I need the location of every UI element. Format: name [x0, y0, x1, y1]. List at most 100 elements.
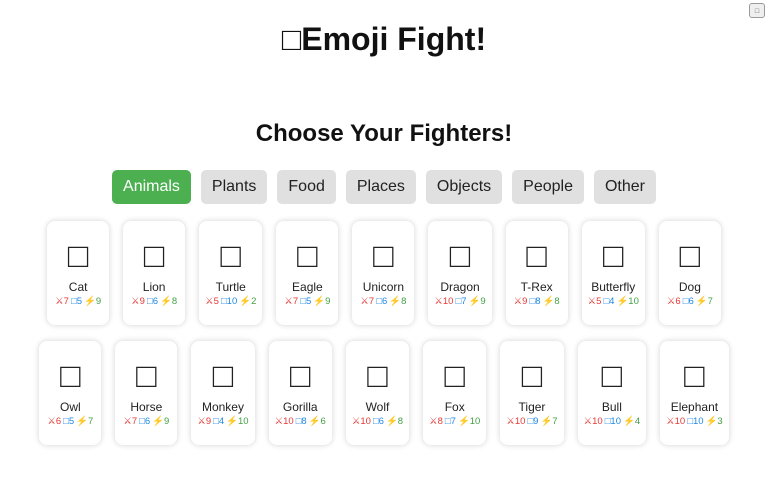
attack-stat: ⚔︎9	[131, 296, 145, 307]
fighter-card-eagle[interactable]: □ Eagle ⚔︎7 □5 ⚡9	[276, 221, 339, 325]
speed-stat: ⚡7	[540, 416, 558, 427]
tab-other[interactable]: Other	[593, 170, 656, 204]
fighter-stats: ⚔︎7 □5 ⚡9	[284, 295, 330, 308]
speed-stat: ⚡7	[76, 416, 94, 427]
picker-heading: Choose Your Fighters!	[255, 120, 513, 147]
fighter-stats: ⚔︎7 □5 ⚡9	[55, 295, 101, 308]
defense-stat: □7	[455, 296, 467, 307]
fighter-card-owl[interactable]: □ Owl ⚔︎6 □5 ⚡7	[39, 341, 102, 445]
speed-stat: ⚡9	[313, 296, 331, 307]
fighter-stats: ⚔︎5 □4 ⚡10	[588, 295, 639, 308]
attack-stat: ⚔︎10	[351, 416, 371, 427]
defense-stat: □9	[527, 416, 539, 427]
tab-places[interactable]: Places	[345, 170, 416, 204]
defense-stat: □4	[213, 416, 225, 427]
attack-stat: ⚔︎7	[55, 296, 69, 307]
defense-stat: □6	[139, 416, 151, 427]
speed-stat: ⚡3	[705, 416, 723, 427]
speed-stat: ⚡9	[468, 296, 486, 307]
speed-stat: ⚡10	[457, 416, 481, 427]
wolf-emoji-icon: □	[367, 357, 388, 395]
fighter-card-tiger[interactable]: □ Tiger ⚔︎10 □9 ⚡7	[500, 341, 564, 445]
attack-stat: ⚔︎5	[587, 296, 602, 307]
settings-icon: □	[754, 8, 760, 15]
monkey-emoji-icon: □	[212, 357, 234, 395]
attack-stat: ⚔︎6	[666, 296, 681, 307]
fighter-card-butterfly[interactable]: □ Butterfly ⚔︎5 □4 ⚡10	[581, 221, 645, 325]
speed-stat: ⚡4	[623, 416, 641, 427]
fighter-stats: ⚔︎6 □6 ⚡7	[667, 295, 713, 308]
defense-stat: □10	[687, 416, 704, 427]
fighter-name: Gorilla	[282, 400, 318, 414]
attack-stat: ⚔︎5	[205, 296, 219, 307]
dragon-emoji-icon: □	[449, 237, 471, 275]
fighter-name: Butterfly	[591, 280, 636, 294]
tab-people[interactable]: People	[512, 170, 584, 204]
attack-stat: ⚔︎7	[360, 296, 375, 307]
elephant-emoji-icon: □	[684, 357, 705, 395]
fighter-name: Wolf	[365, 400, 390, 414]
owl-emoji-icon: □	[60, 357, 81, 395]
fighter-name: Dog	[678, 280, 701, 294]
fighter-stats: ⚔︎7 □6 ⚡9	[123, 415, 169, 428]
fighter-card-dog[interactable]: □ Dog ⚔︎6 □6 ⚡7	[658, 221, 721, 325]
fighter-stats: ⚔︎10 □10 ⚡4	[584, 415, 641, 428]
fighter-stats: ⚔︎10 □10 ⚡3	[666, 415, 723, 428]
tab-food[interactable]: Food	[277, 170, 336, 204]
speed-stat: ⚡9	[152, 416, 170, 427]
tab-objects[interactable]: Objects	[425, 170, 503, 204]
fighter-name: Lion	[142, 280, 166, 294]
fighter-card-t-rex[interactable]: □ T-Rex ⚔︎9 □8 ⚡8	[505, 221, 568, 325]
tab-plants[interactable]: Plants	[200, 170, 268, 204]
fighter-name: Tiger	[518, 400, 546, 414]
defense-stat: □5	[63, 416, 75, 427]
settings-button[interactable]: □	[749, 3, 765, 18]
fighter-card-lion[interactable]: □ Lion ⚔︎9 □6 ⚡8	[123, 221, 186, 325]
category-tabs: Animals Plants Food Places Objects Peopl…	[0, 170, 768, 204]
fighter-name: Eagle	[292, 280, 323, 294]
fighter-card-unicorn[interactable]: □ Unicorn ⚔︎7 □6 ⚡8	[352, 221, 415, 325]
fighter-card-wolf[interactable]: □ Wolf ⚔︎10 □6 ⚡8	[345, 341, 410, 445]
horse-emoji-icon: □	[136, 357, 157, 395]
fighter-card-turtle[interactable]: □ Turtle ⚔︎5 □10 ⚡2	[199, 221, 263, 325]
attack-stat: ⚔︎10	[434, 296, 454, 307]
fighter-card-gorilla[interactable]: □ Gorilla ⚔︎10 □8 ⚡6	[268, 341, 332, 445]
speed-stat: ⚡10	[616, 296, 639, 307]
fox-emoji-icon: □	[444, 357, 465, 395]
attack-stat: ⚔︎8	[429, 416, 443, 427]
speed-stat: ⚡9	[83, 296, 102, 307]
tab-animals[interactable]: Animals	[112, 170, 191, 204]
defense-stat: □8	[529, 296, 541, 307]
fighter-stats: ⚔︎10 □9 ⚡7	[506, 415, 557, 428]
fighter-card-cat[interactable]: □ Cat ⚔︎7 □5 ⚡9	[47, 221, 110, 325]
fighter-name: Fox	[444, 400, 465, 414]
gorilla-emoji-icon: □	[289, 357, 311, 395]
speed-stat: ⚡8	[389, 296, 407, 307]
fighter-card-elephant[interactable]: □ Elephant ⚔︎10 □10 ⚡3	[660, 341, 729, 445]
speed-stat: ⚡8	[385, 416, 404, 427]
dog-emoji-icon: □	[679, 237, 701, 275]
fighter-name: Bull	[601, 400, 622, 414]
t-rex-emoji-icon: □	[526, 237, 547, 275]
fighter-row: □ Cat ⚔︎7 □5 ⚡9 □ Lion ⚔︎9 □6 ⚡8 □ Turtle ⚔︎…	[0, 221, 768, 325]
fighter-card-dragon[interactable]: □ Dragon ⚔︎10 □7 ⚡9	[428, 221, 492, 325]
fighter-name: Unicorn	[362, 280, 405, 294]
fighter-card-horse[interactable]: □ Horse ⚔︎7 □6 ⚡9	[115, 341, 178, 445]
attack-stat: ⚔︎7	[123, 416, 138, 427]
fighter-stats: ⚔︎9 □6 ⚡8	[131, 295, 177, 308]
speed-stat: ⚡7	[695, 296, 713, 307]
attack-stat: ⚔︎7	[284, 296, 299, 307]
fighter-stats: ⚔︎6 □5 ⚡7	[47, 415, 93, 428]
fighter-name: Dragon	[440, 280, 480, 294]
unicorn-emoji-icon: □	[373, 237, 394, 275]
defense-stat: □6	[376, 296, 388, 307]
defense-stat: □4	[603, 296, 615, 307]
defense-stat: □5	[300, 296, 312, 307]
app-title: □Emoji Fight!	[281, 21, 487, 57]
turtle-emoji-icon: □	[220, 237, 242, 275]
fighter-row: □ Owl ⚔︎6 □5 ⚡7 □ Horse ⚔︎7 □6 ⚡9 □ Monkey ⚔…	[0, 341, 768, 445]
fighter-card-fox[interactable]: □ Fox ⚔︎8 □7 ⚡10	[423, 341, 487, 445]
fighter-name: Monkey	[201, 400, 244, 414]
fighter-card-monkey[interactable]: □ Monkey ⚔︎9 □4 ⚡10	[191, 341, 255, 445]
fighter-card-bull[interactable]: □ Bull ⚔︎10 □10 ⚡4	[577, 341, 647, 445]
